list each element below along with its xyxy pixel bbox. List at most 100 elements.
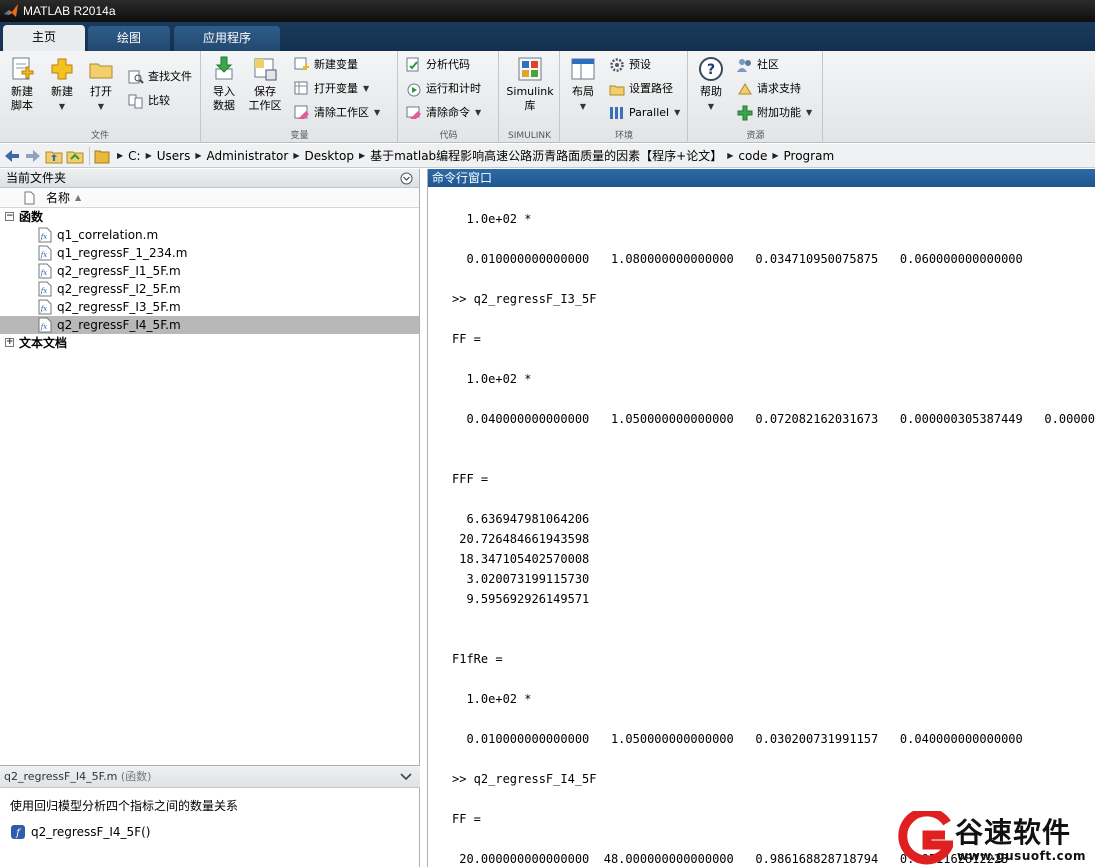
set-path-icon — [609, 85, 625, 96]
chevron-down-icon[interactable] — [400, 772, 412, 782]
new-script-label: 新建 脚本 — [11, 85, 33, 112]
new-button[interactable]: 新建 ▼ — [46, 55, 78, 114]
set-path-button[interactable]: 设置路径 — [609, 79, 673, 99]
file-row[interactable]: fx q2_regressF_I3_5F.m — [0, 298, 419, 316]
name-column-header[interactable]: 名称 ▲ — [0, 188, 419, 208]
breadcrumb-item-c[interactable]: C: — [123, 149, 145, 163]
group-code-label: 代码 — [439, 131, 458, 141]
group-functions-row[interactable]: − 函数 — [0, 208, 419, 226]
command-output-line — [452, 629, 1095, 649]
file-name: q1_regressF_1_234.m — [57, 246, 188, 260]
breadcrumb-item-code[interactable]: code — [733, 149, 772, 163]
expand-icon[interactable]: + — [5, 338, 14, 347]
detail-type: (函数) — [120, 770, 152, 783]
file-name: q1_correlation.m — [57, 228, 159, 242]
new-variable-button[interactable]: 新建变量 — [294, 55, 358, 75]
layout-dropdown-icon: ▼ — [579, 102, 587, 111]
tab-apps[interactable]: 应用程序 — [174, 26, 280, 51]
clear-commands-button[interactable]: 清除命令 ▼ — [406, 103, 481, 123]
group-environment-label: 环境 — [614, 131, 633, 141]
group-text-docs-label: 文本文档 — [19, 336, 68, 350]
m-file-icon: fx — [38, 299, 52, 315]
address-bar: ▶ C: ▶ Users ▶ Administrator ▶ Desktop ▶… — [0, 144, 1095, 168]
breadcrumb-item-desktop[interactable]: Desktop — [299, 149, 359, 163]
function-icon: f — [11, 825, 25, 839]
command-output-line: 3.020073199115730 — [452, 572, 590, 586]
file-column-icon — [24, 191, 35, 205]
find-files-button[interactable]: 查找文件 — [128, 67, 192, 87]
command-output-line: 0.010000000000000 1.080000000000000 0.03… — [452, 252, 1023, 266]
command-output-line — [452, 709, 1095, 729]
tab-home[interactable]: 主页 — [3, 25, 85, 51]
clear-workspace-button[interactable]: 清除工作区 ▼ — [294, 103, 380, 123]
file-name: q2_regressF_I4_5F.m — [57, 318, 181, 332]
command-output-line — [452, 789, 1095, 809]
open-button[interactable]: 打开 ▼ — [85, 55, 117, 114]
breadcrumb-item-project[interactable]: 基于matlab编程影响高速公路沥青路面质量的因素【程序+论文】 — [365, 147, 727, 164]
up-folder-icon[interactable] — [45, 147, 63, 165]
parallel-button[interactable]: Parallel ▼ — [609, 103, 680, 123]
m-file-icon: fx — [38, 263, 52, 279]
open-variable-icon — [294, 81, 308, 95]
layout-label: 布局 — [572, 85, 594, 98]
community-button[interactable]: 社区 — [737, 55, 779, 75]
breadcrumb-item-users[interactable]: Users — [152, 149, 196, 163]
file-row[interactable]: fx q2_regressF_I1_5F.m — [0, 262, 419, 280]
command-prompt-line: >> q2_regressF_I4_5F — [452, 772, 597, 786]
panel-menu-icon[interactable] — [400, 172, 413, 185]
group-simulink-label: SIMULINK — [507, 131, 552, 141]
layout-button[interactable]: 布局 ▼ — [567, 55, 599, 114]
help-label: 帮助 — [700, 85, 722, 98]
command-output-line — [452, 489, 1095, 509]
community-icon — [737, 59, 751, 72]
clear-commands-label: 清除命令 — [426, 106, 470, 119]
group-text-docs-row[interactable]: + 文本文档 — [0, 334, 419, 352]
run-and-time-icon — [407, 83, 421, 97]
open-variable-button[interactable]: 打开变量 ▼ — [294, 79, 369, 99]
back-arrow-icon[interactable] — [3, 147, 21, 165]
import-data-icon — [215, 56, 233, 80]
forward-arrow-icon[interactable] — [24, 147, 42, 165]
open-variable-dropdown-icon: ▼ — [363, 84, 370, 93]
request-support-button[interactable]: 请求支持 — [737, 79, 801, 99]
file-detail-header: q2_regressF_I4_5F.m (函数) — [0, 766, 420, 788]
group-functions-label: 函数 — [19, 210, 44, 224]
run-and-time-button[interactable]: 运行和计时 — [406, 79, 481, 99]
simulink-library-button[interactable]: Simulink 库 — [505, 55, 555, 113]
browse-folder-icon[interactable] — [66, 147, 84, 165]
address-folder-icon — [94, 150, 110, 163]
command-output-line: 1.0e+02 * — [452, 692, 532, 706]
find-files-icon — [128, 70, 144, 84]
file-name: q2_regressF_I1_5F.m — [57, 264, 181, 278]
detail-function-signature[interactable]: f q2_regressF_I4_5F() — [0, 814, 420, 840]
new-script-button[interactable]: 新建 脚本 — [4, 55, 40, 113]
compare-button[interactable]: 比较 — [128, 91, 170, 111]
file-row[interactable]: fx q2_regressF_I2_5F.m — [0, 280, 419, 298]
analyze-code-button[interactable]: 分析代码 — [406, 55, 470, 75]
new-variable-label: 新建变量 — [314, 58, 358, 71]
command-output-line: 18.347105402570008 — [452, 552, 590, 566]
help-dropdown-icon: ▼ — [707, 102, 715, 111]
addons-button[interactable]: 附加功能 ▼ — [737, 103, 812, 123]
file-row[interactable]: fx q2_regressF_I4_5F.m — [0, 316, 419, 334]
file-row[interactable]: fx q1_regressF_1_234.m — [0, 244, 419, 262]
group-simulink: Simulink 库 SIMULINK — [500, 51, 560, 143]
command-window-output[interactable]: 1.0e+02 * 0.010000000000000 1.0800000000… — [428, 187, 1095, 867]
clear-commands-icon — [406, 106, 421, 119]
preferences-button[interactable]: 预设 — [609, 55, 651, 75]
breadcrumb-item-program[interactable]: Program — [779, 149, 840, 163]
open-dropdown-icon: ▼ — [97, 102, 105, 111]
command-output-line: 0.010000000000000 1.050000000000000 0.03… — [452, 732, 1023, 746]
command-window[interactable]: 命令行窗口 1.0e+02 * 0.010000000000000 1.0800… — [427, 169, 1095, 867]
file-row[interactable]: fx q1_correlation.m — [0, 226, 419, 244]
import-data-button[interactable]: 导入 数据 — [208, 55, 240, 113]
tab-plots[interactable]: 绘图 — [88, 26, 170, 51]
breadcrumb-item-administrator[interactable]: Administrator — [202, 149, 294, 163]
svg-text:fx: fx — [40, 233, 48, 241]
clear-workspace-icon — [294, 105, 309, 119]
help-button[interactable]: ? 帮助 ▼ — [695, 55, 727, 114]
collapse-icon[interactable]: − — [5, 212, 14, 221]
command-output-line — [452, 429, 1095, 449]
save-workspace-button[interactable]: 保存 工作区 — [246, 55, 284, 113]
new-dropdown-icon: ▼ — [58, 102, 66, 111]
